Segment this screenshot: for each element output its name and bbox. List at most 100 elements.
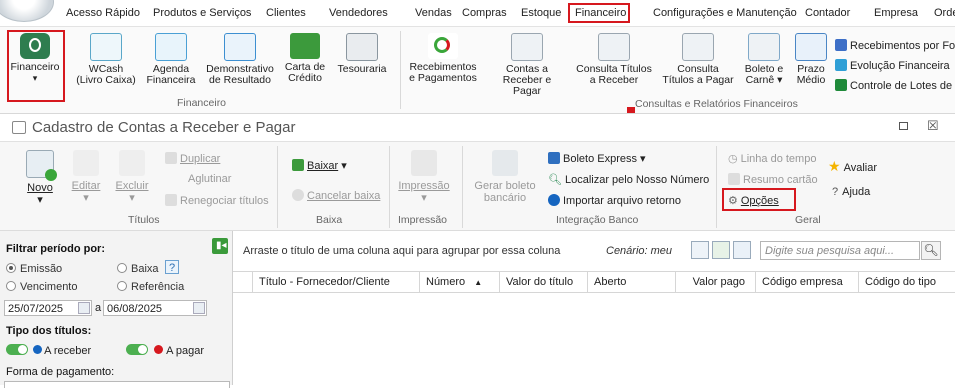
baixar-button[interactable]: Baixar ▾ <box>292 159 347 172</box>
col-codigo-tipo-header[interactable]: Código do tipo <box>859 271 955 293</box>
card-icon <box>728 173 740 185</box>
date-to-value: 06/08/2025 <box>107 303 163 315</box>
date-from-input[interactable]: 25/07/2025 <box>4 300 92 316</box>
menu-orde[interactable]: Orde <box>934 7 955 19</box>
toolbar-separator <box>462 146 463 228</box>
report-icon <box>598 33 630 61</box>
prazo-label-2: Médio <box>796 74 826 86</box>
ribbon: Financeiro ▾ WCash (Livro Caixa) Agenda … <box>0 27 955 114</box>
layout-grid-icon[interactable] <box>691 241 709 259</box>
evolucao-label: Evolução Financeira <box>850 60 950 72</box>
resumo-cartao-button[interactable]: Resumo cartão <box>728 173 818 186</box>
calculator-icon <box>346 33 378 61</box>
editar-button[interactable]: Editar ▾ <box>68 150 104 204</box>
radio-emissao[interactable]: Emissão <box>6 263 62 275</box>
recebimentos-label-2: e Pagamentos <box>409 72 477 84</box>
ajuda-button[interactable]: ? Ajuda <box>832 186 870 198</box>
avaliar-button[interactable]: ★ Avaliar <box>828 158 877 175</box>
menu-acesso-rapido[interactable]: Acesso Rápido <box>66 7 140 19</box>
carta-credito-button[interactable]: Carta de Crédito <box>282 33 328 84</box>
localizar-button[interactable]: 🔍︎ Localizar pelo Nosso Número <box>548 173 709 186</box>
consulta-titulos-receber-button[interactable]: Consulta Títulos a Receber <box>576 33 652 86</box>
recebimentos-pagamentos-button[interactable]: Recebimentos e Pagamentos <box>408 33 478 84</box>
impressao-button[interactable]: Impressão ▾ <box>396 150 452 204</box>
clock-icon: ◷ <box>728 153 738 165</box>
tipo-label: Tipo dos títulos: <box>6 325 92 337</box>
menu-contador[interactable]: Contador <box>805 7 850 19</box>
excluir-button[interactable]: Excluir ▾ <box>112 150 152 204</box>
gerar-boleto-label-2: bancário <box>483 192 527 204</box>
help-icon[interactable]: ? <box>165 260 179 274</box>
group-integracao-label: Integração Banco <box>556 214 639 226</box>
agenda-icon <box>155 33 187 61</box>
col-valor-titulo-header[interactable]: Valor do título <box>500 271 588 293</box>
date-to-input[interactable]: 06/08/2025 <box>103 300 207 316</box>
radio-dot <box>6 263 16 273</box>
window-title: Cadastro de Contas a Receber e Pagar <box>32 119 296 136</box>
col-valor-pago-header[interactable]: Valor pago <box>676 271 756 293</box>
red-dot-icon <box>154 345 164 354</box>
search-button[interactable]: 🔍︎ <box>921 241 941 260</box>
layout-columns-icon[interactable] <box>712 241 730 259</box>
collapse-pane-button[interactable]: ▮◂ <box>212 238 228 254</box>
radio-vencimento[interactable]: Vencimento <box>6 281 77 293</box>
window-titlebar: Cadastro de Contas a Receber e Pagar ☒ <box>0 115 955 142</box>
radio-referencia[interactable]: Referência <box>117 281 184 293</box>
group-expander-icon[interactable] <box>627 107 635 113</box>
search-input[interactable]: Digite sua pesquisa aqui... <box>760 241 920 260</box>
novo-button[interactable]: Novo ▾ <box>22 150 58 206</box>
a-pagar-toggle[interactable]: A pagar <box>126 344 204 357</box>
renegociar-button[interactable]: Renegociar títulos <box>165 194 269 207</box>
aglutinar-label: Aglutinar <box>188 173 232 185</box>
menu-vendedores[interactable]: Vendedores <box>329 7 388 19</box>
agenda-financeira-button[interactable]: Agenda Financeira <box>145 33 197 86</box>
col-codigo-empresa-header[interactable]: Código empresa <box>756 271 859 293</box>
importar-retorno-button[interactable]: Importar arquivo retorno <box>548 194 681 207</box>
contas-receber-pagar-button[interactable]: Contas a Receber e Pagar <box>488 33 566 97</box>
export-icon[interactable] <box>733 241 751 259</box>
a-receber-toggle[interactable]: A receber <box>6 344 91 357</box>
menu-estoque[interactable]: Estoque <box>521 7 561 19</box>
boleto-express-button[interactable]: Boleto Express ▾ <box>548 152 646 165</box>
radio-baixa[interactable]: Baixa <box>117 263 159 275</box>
menu-produtos-servicos[interactable]: Produtos e Serviços <box>153 7 251 19</box>
demonstrativo-button[interactable]: Demonstrativo de Resultado <box>203 33 277 86</box>
col-titulo-header[interactable]: Título - Fornecedor/Cliente <box>253 271 420 293</box>
col-numero-header[interactable]: Número ▲ <box>420 271 500 293</box>
restore-icon[interactable] <box>899 122 908 130</box>
calendar-icon[interactable] <box>193 302 205 314</box>
app-orb-button[interactable] <box>0 0 54 22</box>
toolbar-separator <box>277 146 278 228</box>
linha-tempo-button[interactable]: ◷ Linha do tempo <box>728 152 816 165</box>
upload-icon <box>548 194 560 206</box>
barcode-icon <box>492 150 518 176</box>
menu-empresa[interactable]: Empresa <box>874 7 918 19</box>
close-icon[interactable]: ☒ <box>927 118 939 134</box>
refresh-icon <box>428 33 458 59</box>
aglutinar-button[interactable]: Aglutinar <box>188 173 231 185</box>
menu-configuracoes[interactable]: Configurações e Manutenção <box>653 7 797 19</box>
chevron-down-icon: ▾ <box>37 194 43 206</box>
col-aberto-header[interactable]: Aberto <box>588 271 676 293</box>
prazo-medio-button[interactable]: Prazo Médio <box>792 33 830 86</box>
evolucao-financeira-button[interactable]: Evolução Financeira <box>835 59 950 72</box>
recebimentos-forma-button[interactable]: Recebimentos por Form <box>835 39 955 52</box>
duplicar-button[interactable]: Duplicar <box>165 152 220 165</box>
boleto-carne-button[interactable]: Boleto e Carnê ▾ <box>740 33 788 86</box>
menu-clientes[interactable]: Clientes <box>266 7 306 19</box>
menu-compras[interactable]: Compras <box>462 7 507 19</box>
wcash-button[interactable]: WCash (Livro Caixa) <box>76 33 136 86</box>
controle-lotes-label: Controle de Lotes de Ca <box>850 80 955 92</box>
radio-dot <box>117 281 127 291</box>
chart-icon <box>835 39 847 51</box>
menu-vendas[interactable]: Vendas <box>415 7 452 19</box>
agenda-label-2: Financeira <box>146 74 196 86</box>
calendar-icon[interactable] <box>78 302 90 314</box>
consulta-titulos-pagar-button[interactable]: Consulta Títulos a Pagar <box>662 33 734 86</box>
gerar-boleto-button[interactable]: Gerar boleto bancário <box>470 150 540 204</box>
controle-lotes-button[interactable]: Controle de Lotes de Ca <box>835 79 955 92</box>
tesouraria-button[interactable]: Tesouraria <box>334 33 390 75</box>
cancelar-baixa-button[interactable]: Cancelar baixa <box>292 189 380 202</box>
boleto-express-icon <box>548 152 560 164</box>
financeiro-button-highlight <box>7 30 65 102</box>
